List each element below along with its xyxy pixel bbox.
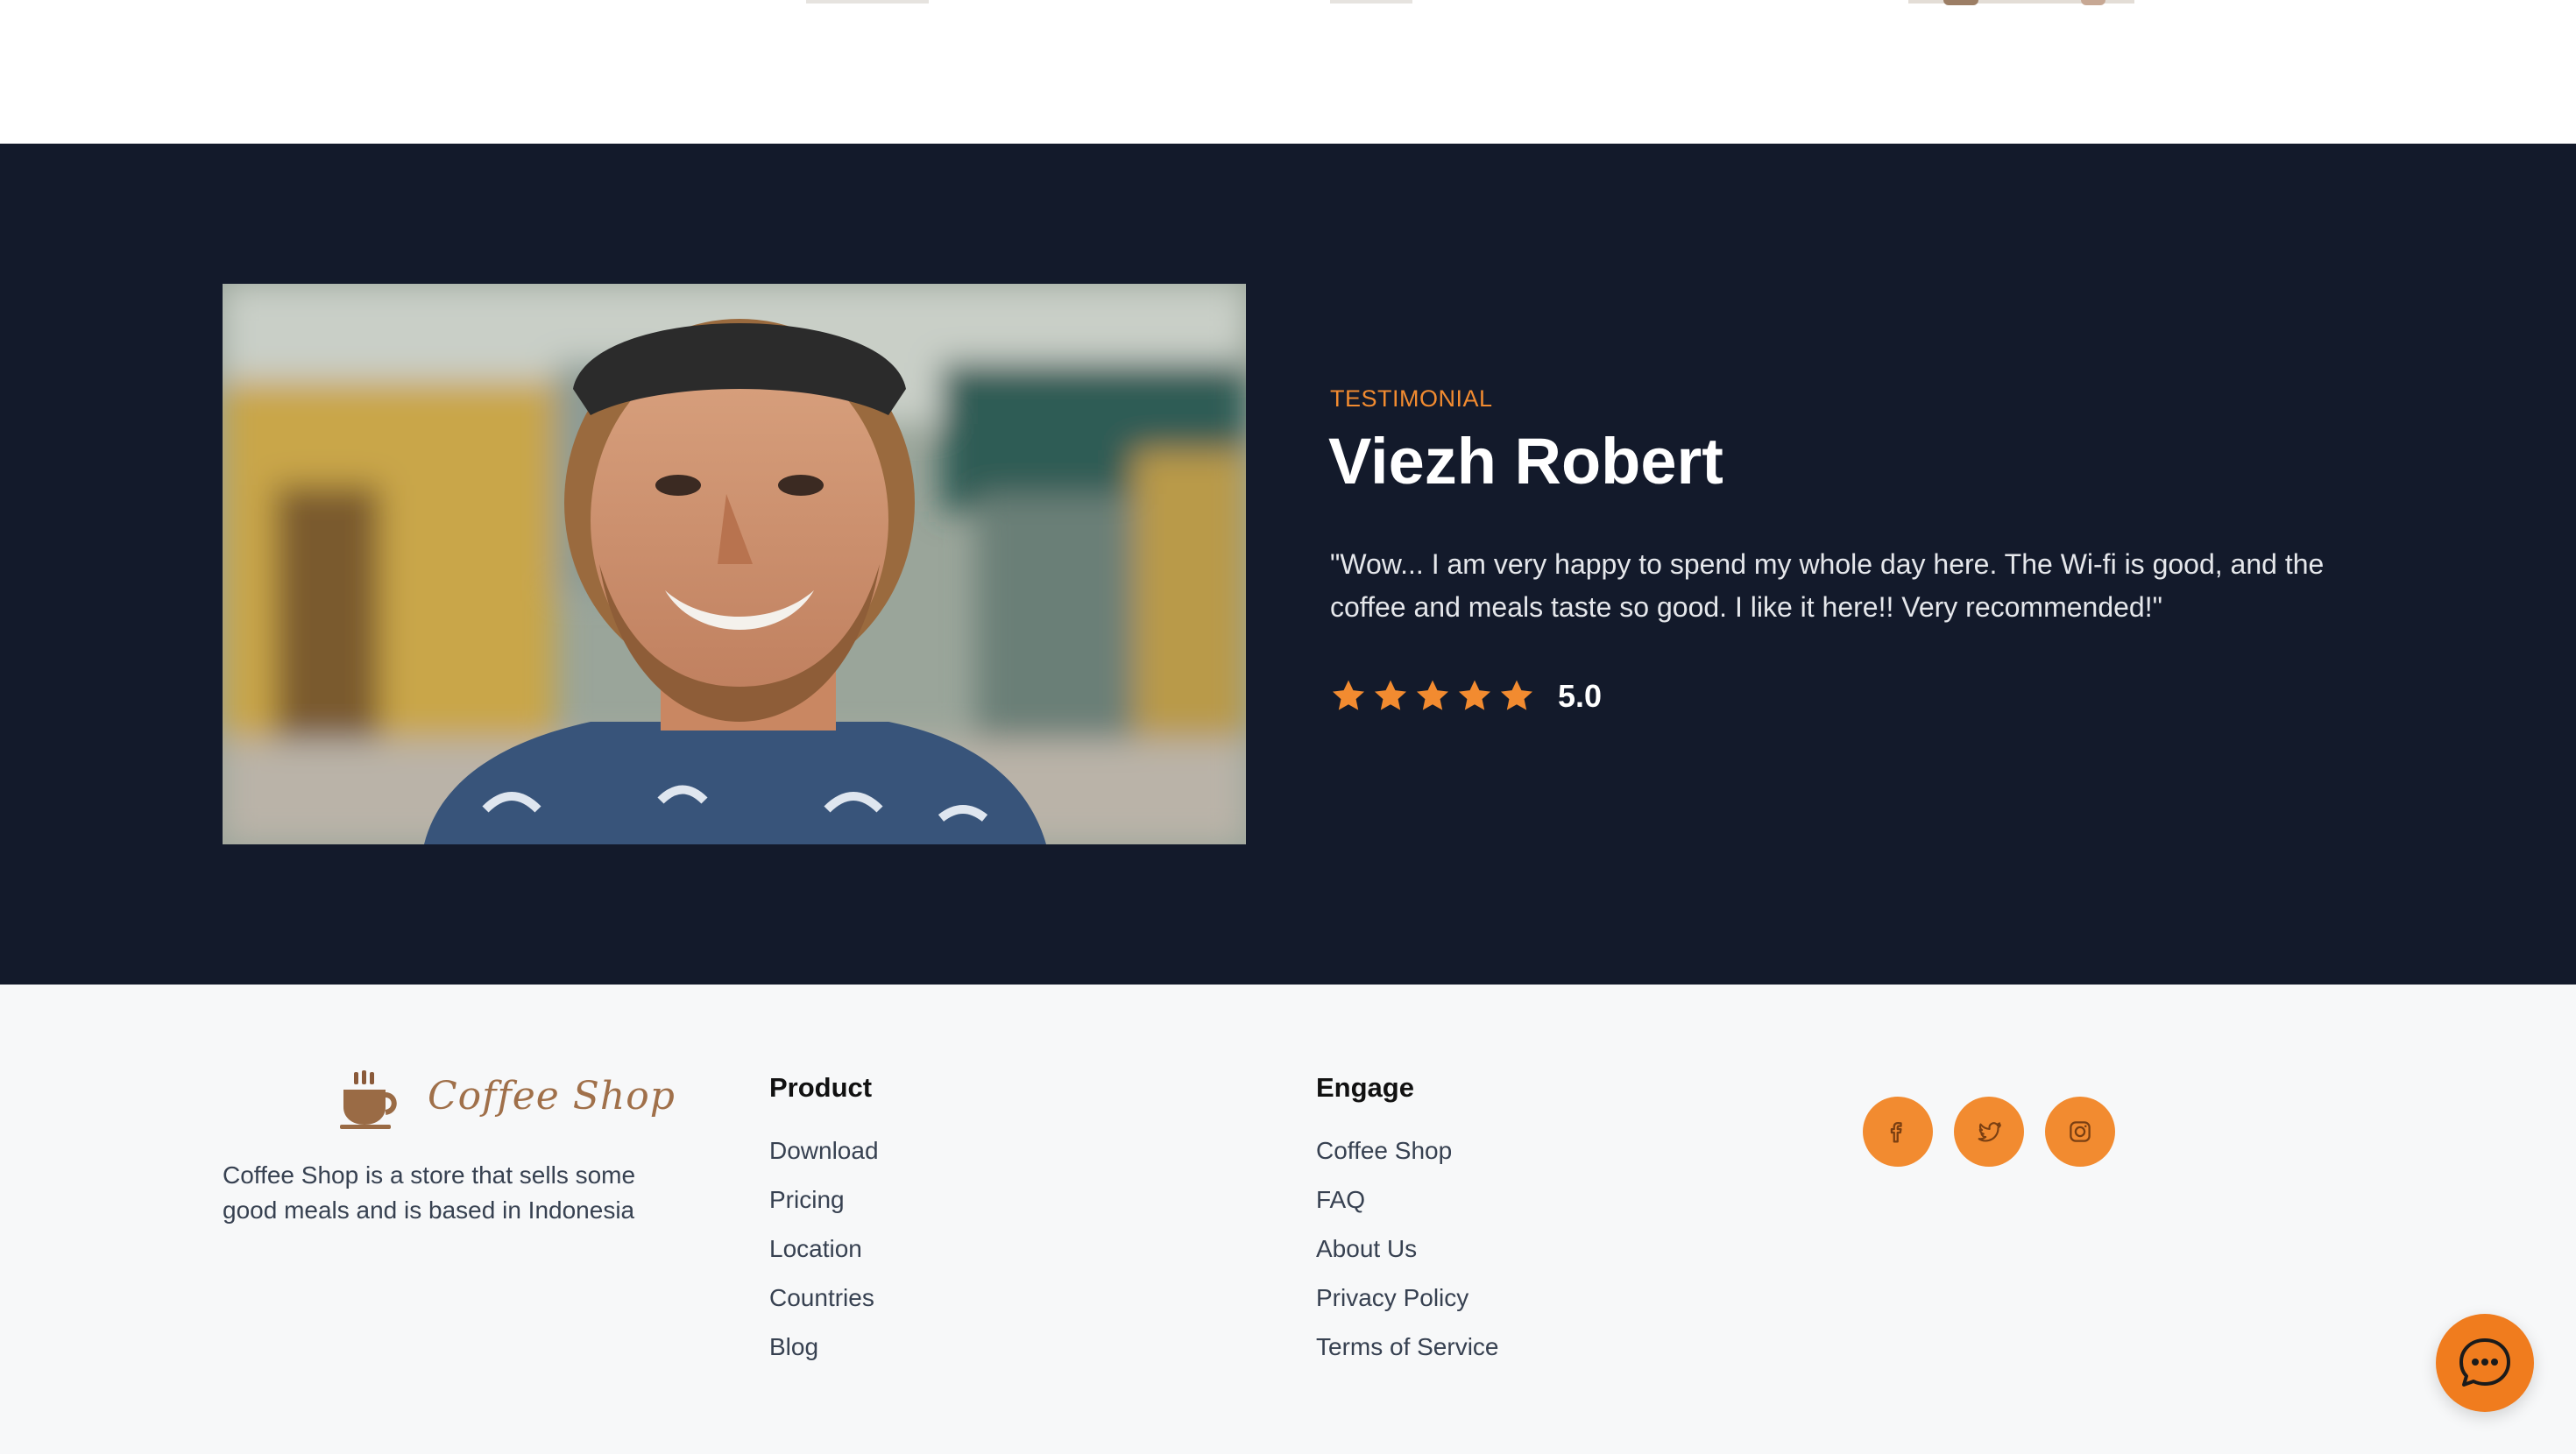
facebook-button[interactable]	[1863, 1097, 1933, 1167]
rating: 5.0	[1330, 670, 1602, 723]
testimonial-name: Viezh Robert	[1328, 425, 1723, 498]
brand-description: Coffee Shop is a store that sells some g…	[223, 1161, 636, 1224]
brand-name: Coffee Shop	[428, 1074, 676, 1119]
cropped-card-image	[1943, 0, 1978, 5]
coffee-cup-icon	[338, 1069, 401, 1132]
cropped-card-image	[806, 0, 929, 4]
footer-product-title: Product	[769, 1072, 873, 1103]
cropped-card-image	[1330, 0, 1412, 4]
footer-link-blog[interactable]: Blog	[769, 1330, 879, 1379]
facebook-icon	[1883, 1117, 1913, 1147]
footer-link-privacy-policy[interactable]: Privacy Policy	[1316, 1281, 1499, 1330]
star-icon	[1414, 678, 1451, 715]
instagram-icon	[2065, 1117, 2095, 1147]
footer-link-about-us[interactable]: About Us	[1316, 1232, 1499, 1281]
footer-engage-links: Coffee Shop FAQ About Us Privacy Policy …	[1316, 1133, 1499, 1379]
star-icon	[1372, 678, 1409, 715]
footer-product-links: Download Pricing Location Countries Blog	[769, 1133, 879, 1379]
footer-link-download[interactable]: Download	[769, 1133, 879, 1182]
footer-link-countries[interactable]: Countries	[769, 1281, 879, 1330]
cropped-card-image	[2081, 0, 2105, 5]
testimonial-eyebrow: TESTIMONIAL	[1330, 385, 1493, 412]
chat-bubble-icon	[2453, 1331, 2516, 1394]
rating-score: 5.0	[1558, 678, 1603, 714]
testimonial-photo	[223, 284, 1246, 844]
footer-engage-title: Engage	[1316, 1072, 1414, 1103]
twitter-button[interactable]	[1954, 1097, 2024, 1167]
twitter-icon	[1974, 1117, 2004, 1147]
star-icon	[1456, 678, 1493, 715]
instagram-button[interactable]	[2045, 1097, 2115, 1167]
chat-button[interactable]	[2436, 1314, 2534, 1412]
star-icon	[1498, 678, 1535, 715]
star-icon	[1330, 678, 1367, 715]
testimonial-quote: "Wow... I am very happy to spend my whol…	[1330, 548, 2325, 623]
social-links	[1863, 1097, 2136, 1167]
footer-link-terms-of-service[interactable]: Terms of Service	[1316, 1330, 1499, 1379]
footer-link-pricing[interactable]: Pricing	[769, 1182, 879, 1232]
brand-logo[interactable]: Coffee Shop	[338, 1069, 675, 1139]
footer-link-location[interactable]: Location	[769, 1232, 879, 1281]
site-footer: Coffee Shop Coffee Shop is a store that …	[0, 985, 2576, 1454]
footer-link-faq[interactable]: FAQ	[1316, 1182, 1499, 1232]
testimonial-section: TESTIMONIAL Viezh Robert "Wow... I am ve…	[0, 144, 2576, 985]
footer-link-coffee-shop[interactable]: Coffee Shop	[1316, 1133, 1499, 1182]
previous-section-strip	[0, 0, 2576, 144]
